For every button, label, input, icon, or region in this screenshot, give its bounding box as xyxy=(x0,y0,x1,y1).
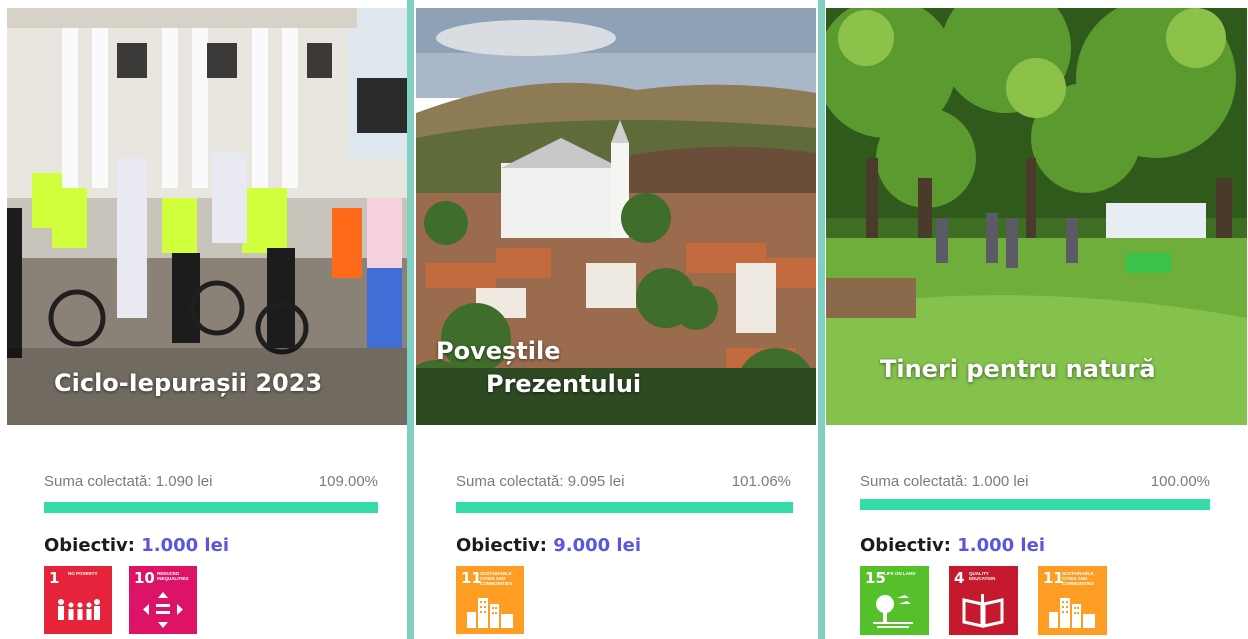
progress-bar xyxy=(44,502,378,513)
raised-percent: 100.00% xyxy=(1150,473,1210,490)
sdg-text: SUSTAINABLE CITIES AND COMMUNITIES xyxy=(1062,571,1094,586)
equality-icon xyxy=(143,592,183,628)
progress-fill xyxy=(860,499,1210,510)
project-title[interactable]: Tineri pentru natură xyxy=(880,354,1156,384)
sdg-number: 11 xyxy=(461,569,482,587)
book-icon xyxy=(962,594,1004,628)
sdg-number: 10 xyxy=(134,569,155,587)
raised-amount: Suma colectată: 1.000 lei xyxy=(860,473,1029,490)
objective-value: 9.000 lei xyxy=(553,535,641,556)
sdg-number: 11 xyxy=(1043,569,1064,587)
sdg-text: SUSTAINABLE CITIES AND COMMUNITIES xyxy=(480,571,512,586)
sdg-text: NO POVERTY xyxy=(68,571,98,576)
sdg-number: 1 xyxy=(49,569,60,587)
progress-fill xyxy=(456,502,793,513)
sdg-badge-4[interactable]: 4 QUALITY EDUCATION xyxy=(949,566,1018,635)
city-icon xyxy=(1049,598,1095,628)
sdg-number: 15 xyxy=(865,569,886,587)
project-card-tineri-pentru-natura[interactable]: Tineri pentru natură Suma colectată: 1.0… xyxy=(825,0,1248,639)
card-divider xyxy=(407,0,414,639)
sdg-text: REDUCED INEQUALITIES xyxy=(157,571,189,581)
raised-amount: Suma colectată: 9.095 lei xyxy=(456,473,625,490)
objective-value: 1.000 lei xyxy=(957,535,1045,556)
progress-fill xyxy=(44,502,378,513)
sdg-number: 4 xyxy=(954,569,965,587)
tree-icon xyxy=(873,595,913,628)
raised-row: Suma colectată: 9.095 lei 101.06% xyxy=(456,473,791,491)
project-title-line-2[interactable]: Prezentului xyxy=(486,369,641,399)
project-card-povestile-prezentului[interactable]: Poveștile Prezentului Suma colectată: 9.… xyxy=(414,0,818,639)
family-icon xyxy=(58,599,100,620)
objective: Obiectiv: 1.000 lei xyxy=(44,535,229,556)
objective-label: Obiectiv: xyxy=(860,535,951,556)
raised-percent: 101.06% xyxy=(731,473,791,490)
raised-row: Suma colectată: 1.090 lei 109.00% xyxy=(44,473,378,491)
raised-amount: Suma colectată: 1.090 lei xyxy=(44,473,213,490)
project-title-line-1[interactable]: Poveștile xyxy=(436,336,561,366)
city-icon xyxy=(467,598,513,628)
sdg-badge-11[interactable]: 11 SUSTAINABLE CITIES AND COMMUNITIES xyxy=(456,566,524,634)
raised-row: Suma colectată: 1.000 lei 100.00% xyxy=(860,473,1210,491)
sdg-text: LIFE ON LAND xyxy=(884,571,916,576)
sdg-text: QUALITY EDUCATION xyxy=(969,571,996,581)
progress-bar xyxy=(456,502,793,513)
sdg-badge-11[interactable]: 11 SUSTAINABLE CITIES AND COMMUNITIES xyxy=(1038,566,1107,635)
sdg-badge-15[interactable]: 15 LIFE ON LAND xyxy=(860,566,929,635)
card-divider xyxy=(818,0,825,639)
project-title[interactable]: Ciclo-Iepurașii 2023 xyxy=(54,368,322,398)
progress-bar xyxy=(860,499,1210,510)
sdg-badge-10[interactable]: 10 REDUCED INEQUALITIES xyxy=(129,566,197,634)
objective-value: 1.000 lei xyxy=(141,535,229,556)
objective-label: Obiectiv: xyxy=(44,535,135,556)
raised-percent: 109.00% xyxy=(318,473,378,490)
objective-label: Obiectiv: xyxy=(456,535,547,556)
project-photo xyxy=(7,8,407,425)
objective: Obiectiv: 9.000 lei xyxy=(456,535,641,556)
objective: Obiectiv: 1.000 lei xyxy=(860,535,1045,556)
project-card-ciclo-iepurasii[interactable]: Ciclo-Iepurașii 2023 Suma colectată: 1.0… xyxy=(7,0,407,639)
sdg-badge-1[interactable]: 1 NO POVERTY xyxy=(44,566,112,634)
